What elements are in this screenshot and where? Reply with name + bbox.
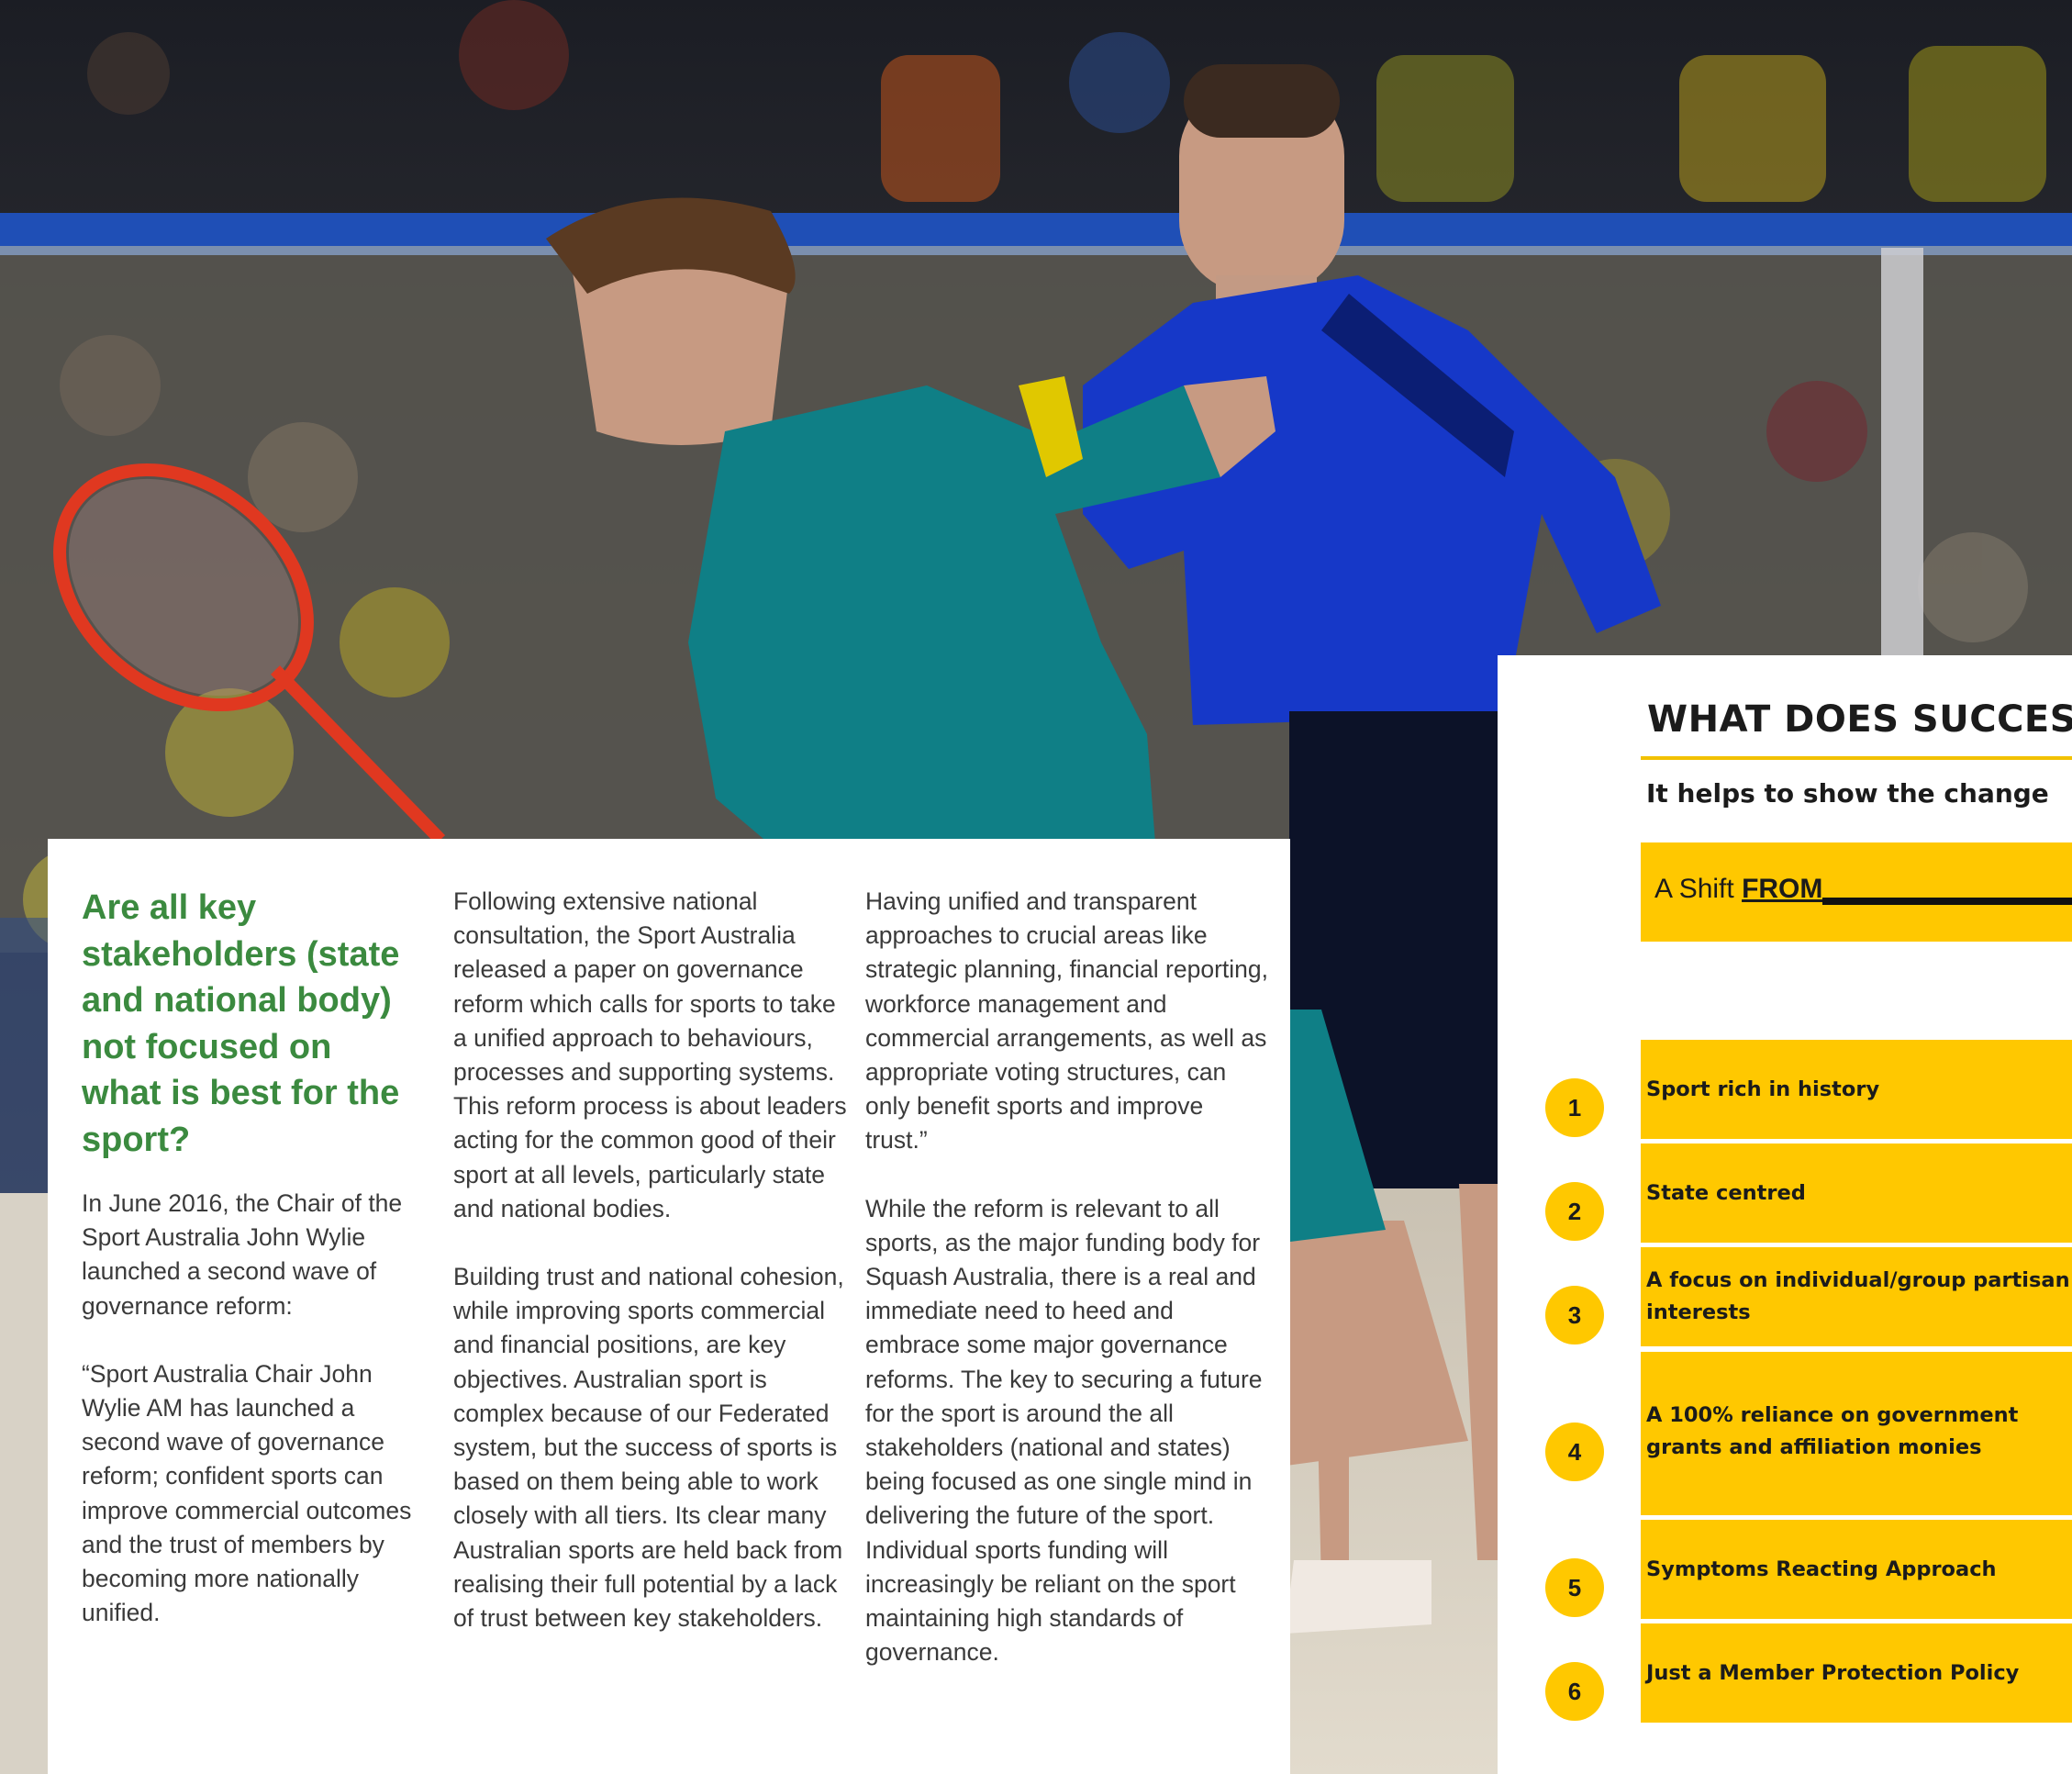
item-bar: State centred [1641,1144,2072,1243]
item-text: State centred [1646,1180,1806,1205]
item-bar: Just a Member Protection Policy [1641,1623,2072,1723]
success-title: WHAT DOES SUCCESS [1647,698,2072,741]
title-underline [1641,756,2072,760]
item-text: Just a Member Protection Policy [1646,1660,2020,1685]
item-text: Sport rich in history [1646,1077,1880,1101]
shift-from-word: FROM [1742,874,1823,904]
item-bar: A 100% reliance on government grants and… [1641,1352,2072,1515]
article-column-2: Following extensive national consultatio… [453,885,848,1669]
item-bar: A focus on individual/group partisan int… [1641,1247,2072,1346]
item-text: A focus on individual/group partisan int… [1646,1268,2070,1324]
item-number-badge: 6 [1545,1662,1604,1721]
article-paragraph: “Sport Australia Chair John Wylie AM has… [82,1359,412,1627]
article-paragraph: While the reform is relevant to all spor… [865,1194,1263,1667]
success-panel: WHAT DOES SUCCESS It helps to show the c… [1498,655,2072,1774]
article-paragraph: Following extensive national consultatio… [453,887,847,1222]
article-headline: Are all key stakeholders (state and nati… [82,888,400,1159]
item-number-badge: 3 [1545,1286,1604,1344]
item-text: A 100% reliance on government grants and… [1646,1403,2019,1459]
item-number-badge: 1 [1545,1078,1604,1137]
article-paragraph: Building trust and national cohesion, wh… [453,1263,844,1633]
success-subtitle: It helps to show the change [1646,778,2049,809]
item-bar: Symptoms Reacting Approach [1641,1520,2072,1619]
shift-from-header: A Shift FROM [1641,842,2072,942]
article-paragraph: Having unified and transparent approache… [865,887,1268,1155]
article-panel: Are all key stakeholders (state and nati… [48,839,1290,1774]
article-column-3: Having unified and transparent approache… [865,885,1269,1703]
article-paragraph: In June 2016, the Chair of the Sport Aus… [82,1189,403,1320]
item-number-badge: 5 [1545,1558,1604,1617]
article-column-1: Are all key stakeholders (state and nati… [82,885,430,1664]
item-number-badge: 4 [1545,1423,1604,1481]
item-bar: Sport rich in history [1641,1040,2072,1139]
arrow-icon [1822,898,2072,905]
item-text: Symptoms Reacting Approach [1646,1556,1997,1581]
item-number-badge: 2 [1545,1182,1604,1241]
shift-label: A Shift FROM [1654,874,1823,904]
